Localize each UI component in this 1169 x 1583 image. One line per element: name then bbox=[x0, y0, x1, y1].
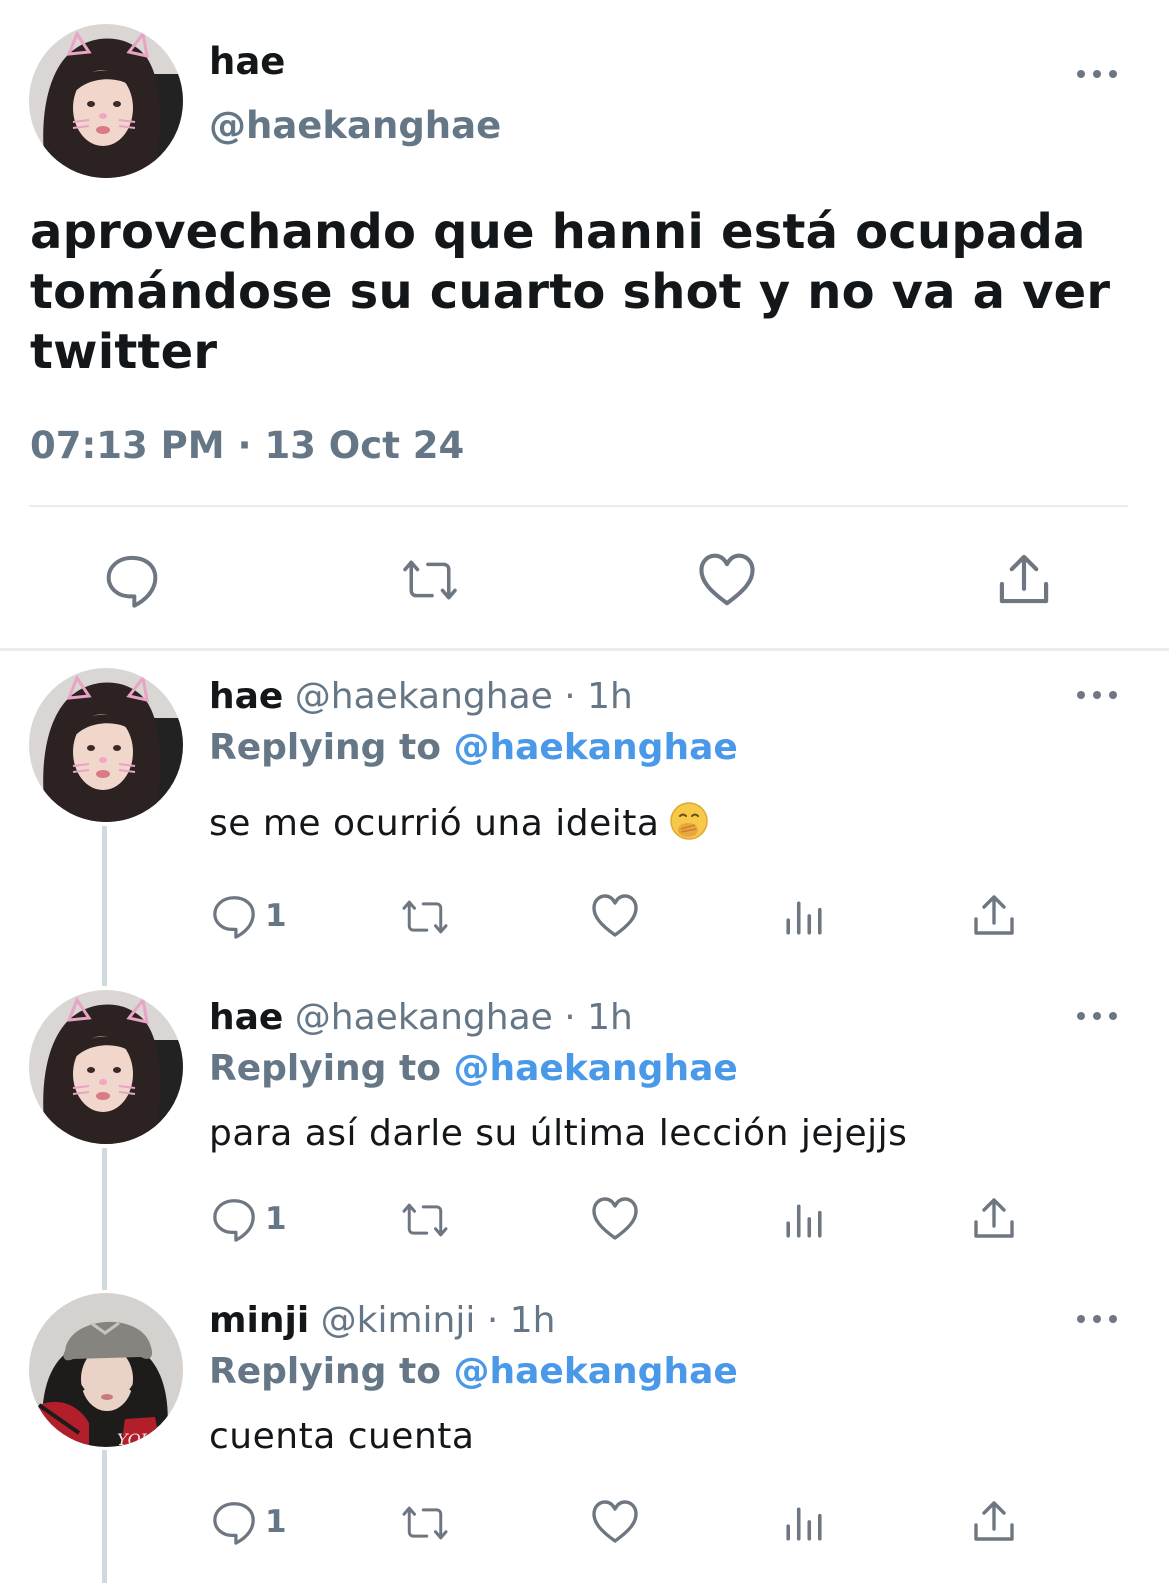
like-button[interactable] bbox=[591, 1499, 639, 1545]
avatar[interactable] bbox=[29, 24, 183, 178]
share-icon bbox=[974, 1501, 1014, 1541]
reply-time[interactable]: 1h bbox=[510, 1300, 556, 1341]
reply-count: 1 bbox=[265, 1201, 287, 1237]
tweet-timestamp[interactable]: 07:13 PM · 13 Oct 24 bbox=[30, 424, 464, 467]
meta-separator: · bbox=[564, 676, 576, 717]
thread-line bbox=[102, 826, 107, 986]
tweet-time: 07:13 PM bbox=[30, 424, 225, 467]
avatar[interactable] bbox=[29, 1293, 183, 1447]
reply-text: se me ocurrió una ideita bbox=[209, 801, 709, 850]
divider bbox=[29, 505, 1128, 507]
section-divider bbox=[0, 648, 1169, 651]
author-handle[interactable]: @haekanghae bbox=[295, 676, 553, 717]
meta-separator: · bbox=[237, 424, 252, 467]
retweet-button[interactable] bbox=[396, 555, 464, 605]
replying-handle-link[interactable]: @haekanghae bbox=[453, 1351, 737, 1392]
share-button[interactable] bbox=[972, 893, 1016, 937]
heart-icon bbox=[697, 552, 757, 608]
replying-handle-link[interactable]: @haekanghae bbox=[453, 727, 737, 768]
share-button[interactable] bbox=[972, 1196, 1016, 1240]
more-options-icon[interactable] bbox=[1077, 1010, 1117, 1022]
replying-prefix: Replying to bbox=[209, 1351, 441, 1392]
retweet-icon bbox=[403, 560, 457, 600]
avatar[interactable] bbox=[29, 668, 183, 822]
author-handle[interactable]: @haekanghae bbox=[295, 997, 553, 1038]
stats-icon bbox=[786, 901, 822, 935]
reply-time[interactable]: 1h bbox=[587, 997, 633, 1038]
author-handle[interactable]: @haekanghae bbox=[209, 104, 501, 147]
share-icon bbox=[996, 552, 1052, 606]
like-button[interactable] bbox=[591, 893, 639, 939]
reply-button[interactable]: 1 bbox=[211, 1499, 287, 1545]
retweet-button[interactable] bbox=[397, 896, 453, 938]
reply-header: hae @haekanghae · 1h bbox=[209, 997, 633, 1038]
heart-icon bbox=[592, 1500, 638, 1543]
reply-time[interactable]: 1h bbox=[587, 676, 633, 717]
more-options-icon[interactable] bbox=[1077, 689, 1117, 701]
reply-text-content: se me ocurrió una ideita bbox=[209, 803, 660, 844]
view-stats-button[interactable] bbox=[784, 1200, 824, 1240]
like-button[interactable] bbox=[591, 1196, 639, 1242]
reply-count: 1 bbox=[265, 1504, 287, 1540]
stats-icon bbox=[786, 1507, 822, 1541]
more-options-icon[interactable] bbox=[1077, 68, 1117, 80]
reply-text: para así darle su última lección jejejjs bbox=[209, 1113, 908, 1154]
meta-separator: · bbox=[564, 997, 576, 1038]
heart-icon bbox=[592, 894, 638, 937]
replying-to: Replying to @haekanghae bbox=[209, 1351, 738, 1392]
meta-separator: · bbox=[486, 1300, 499, 1341]
author-name[interactable]: hae bbox=[209, 676, 283, 717]
share-button[interactable] bbox=[996, 552, 1052, 606]
reply-button[interactable]: 1 bbox=[211, 1196, 287, 1242]
more-options-icon[interactable] bbox=[1077, 1313, 1117, 1325]
replying-handle-link[interactable]: @haekanghae bbox=[453, 1048, 737, 1089]
author-name[interactable]: hae bbox=[209, 40, 285, 83]
face-with-hand-over-mouth-icon bbox=[669, 801, 709, 850]
thread-line bbox=[102, 1450, 107, 1583]
replying-to: Replying to @haekanghae bbox=[209, 727, 738, 768]
like-button[interactable] bbox=[697, 552, 757, 608]
share-button[interactable] bbox=[972, 1499, 1016, 1543]
view-stats-button[interactable] bbox=[784, 897, 824, 937]
retweet-button[interactable] bbox=[397, 1502, 453, 1544]
author-name[interactable]: hae bbox=[209, 997, 283, 1038]
retweet-icon bbox=[402, 900, 448, 934]
thread-line bbox=[102, 1148, 107, 1290]
reply-icon bbox=[213, 896, 255, 939]
tweet-text: aprovechando que hanni está ocupada tomá… bbox=[30, 204, 1111, 380]
view-stats-button[interactable] bbox=[784, 1503, 824, 1543]
replying-prefix: Replying to bbox=[209, 1048, 441, 1089]
reply-button[interactable]: 1 bbox=[211, 893, 287, 939]
author-name[interactable]: minji bbox=[209, 1300, 309, 1341]
stats-icon bbox=[786, 1204, 822, 1238]
share-icon bbox=[974, 1198, 1014, 1238]
heart-icon bbox=[592, 1197, 638, 1240]
replying-to: Replying to @haekanghae bbox=[209, 1048, 738, 1089]
reply-button[interactable] bbox=[104, 552, 160, 608]
reply-icon bbox=[213, 1502, 255, 1545]
retweet-button[interactable] bbox=[397, 1199, 453, 1241]
reply-count: 1 bbox=[265, 898, 287, 934]
reply-header: hae @haekanghae · 1h bbox=[209, 676, 633, 717]
reply-icon bbox=[106, 555, 158, 608]
reply-text: cuenta cuenta bbox=[209, 1416, 475, 1457]
retweet-icon bbox=[402, 1203, 448, 1237]
reply-icon bbox=[213, 1199, 255, 1242]
retweet-icon bbox=[402, 1506, 448, 1540]
reply-header: minji @kiminji · 1h bbox=[209, 1300, 555, 1341]
share-icon bbox=[974, 895, 1014, 935]
replying-prefix: Replying to bbox=[209, 727, 441, 768]
tweet-date: 13 Oct 24 bbox=[264, 424, 465, 467]
author-handle[interactable]: @kiminji bbox=[321, 1300, 476, 1341]
avatar[interactable] bbox=[29, 990, 183, 1144]
